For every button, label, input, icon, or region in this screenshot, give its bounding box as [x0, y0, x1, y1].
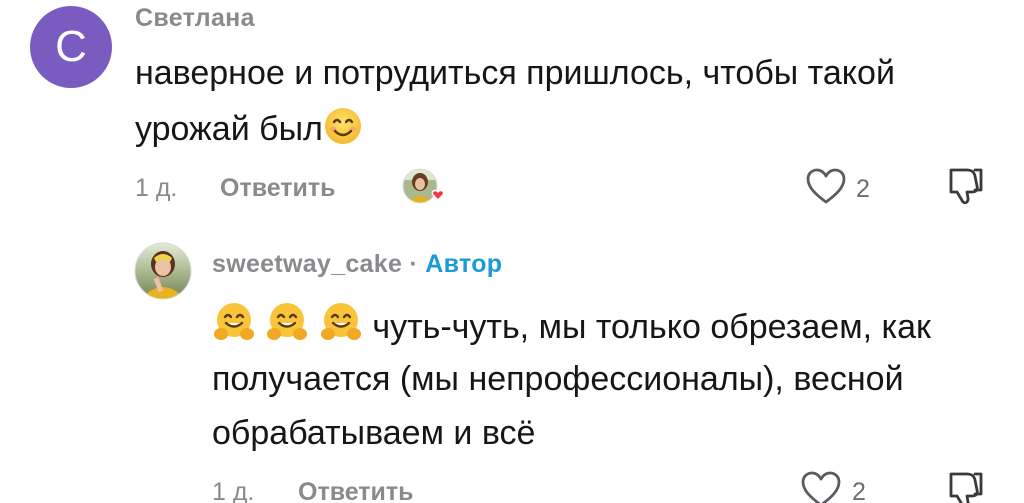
like-heart-icon[interactable] [805, 167, 847, 205]
reply-button[interactable]: Ответить [220, 174, 336, 203]
user-avatar[interactable]: С [30, 6, 112, 88]
avatar-letter: С [55, 22, 87, 71]
hugging-face-emoji-icon [214, 303, 254, 340]
reply-time: 1 д. [212, 478, 255, 503]
reply-text-line-1: чуть-чуть, мы только обрезаем, как [212, 300, 931, 352]
username-separator: · [409, 250, 419, 278]
like-count: 2 [856, 175, 870, 203]
comment-text-line-2-text: урожай был [135, 110, 323, 148]
reply-username[interactable]: sweetway_cake [212, 250, 402, 278]
reply-text-line-2: получается (мы непрофессионалы), весной [212, 360, 904, 398]
reply-user-avatar[interactable] [134, 242, 192, 300]
comment-thread: С Светлана наверное и потрудиться пришло… [0, 0, 1024, 503]
reply-reply-button[interactable]: Ответить [298, 478, 414, 503]
author-badge: Автор [425, 250, 503, 278]
reply-text-line-3: обрабатываем и всё [212, 414, 536, 452]
reply-like-count: 2 [852, 478, 866, 503]
reply-username-row: sweetway_cake · Автор [212, 250, 502, 279]
comment-time: 1 д. [135, 174, 178, 202]
comment-username[interactable]: Светлана [135, 4, 255, 33]
comment-text-line-2: урожай был [135, 104, 363, 154]
reply-like-heart-icon[interactable] [800, 470, 842, 503]
hugging-face-emoji-icon [320, 303, 361, 340]
hugging-face-emoji-icon [267, 303, 308, 340]
reply-text-line-1-text: чуть-чуть, мы только обрезаем, как [372, 308, 931, 346]
smiling-face-emoji-icon [324, 108, 361, 144]
comment-text-line-1: наверное и потрудиться пришлось, чтобы т… [135, 54, 895, 92]
reply-dislike-thumb-down-icon[interactable] [945, 468, 989, 503]
creator-liked-avatar-icon [402, 168, 445, 204]
dislike-thumb-down-icon[interactable] [945, 164, 989, 208]
